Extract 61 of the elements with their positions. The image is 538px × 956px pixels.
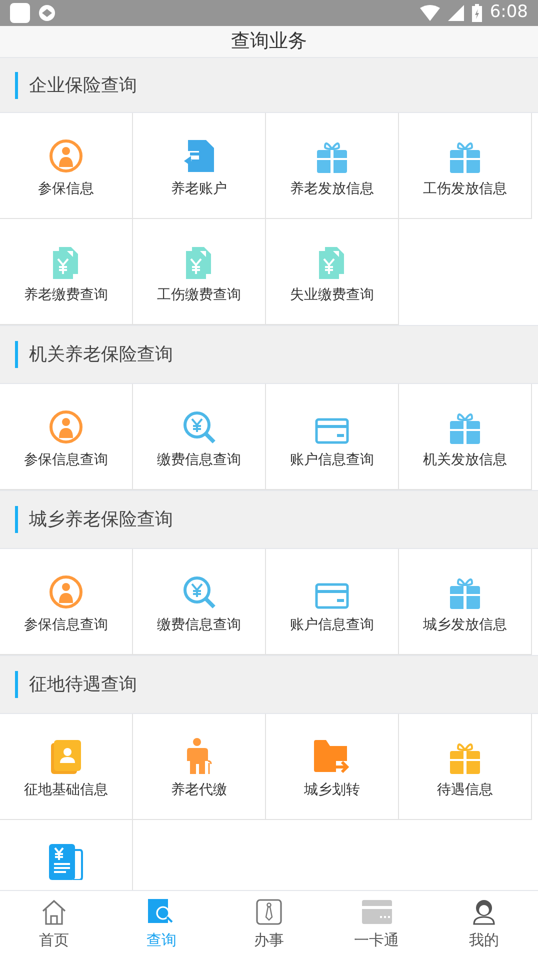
gift-icon [450, 141, 480, 173]
nav-tab[interactable]: 一卡通 [322, 891, 430, 956]
home-icon [40, 899, 67, 925]
service-tile[interactable]: 工伤缴费查询 [133, 219, 266, 325]
accent-bar [15, 671, 18, 698]
service-tile[interactable]: 城乡发放信息 [399, 549, 532, 655]
card-icon [315, 418, 349, 444]
accent-bar [15, 341, 18, 368]
battery-icon [472, 4, 482, 22]
person-icon [49, 575, 83, 609]
yen-document-icon [319, 247, 345, 279]
service-tile[interactable]: 参保信息查询 [0, 549, 133, 655]
yen-magnifier-icon [182, 410, 216, 444]
service-tile[interactable]: 养老账户 [133, 113, 266, 219]
service-tile[interactable]: 缴费信息查询 [133, 384, 266, 490]
service-tile[interactable]: 征地基础信息 [0, 714, 133, 820]
service-tile[interactable]: 缴费信息查询 [133, 549, 266, 655]
section-title: 城乡养老保险查询 [29, 508, 173, 532]
signal-icon [448, 5, 464, 21]
service-tile[interactable]: 机关发放信息 [399, 384, 532, 490]
accent-bar [15, 72, 18, 98]
app-icon [10, 3, 30, 23]
service-tile[interactable]: 工伤发放信息 [399, 113, 532, 219]
gift-icon [450, 577, 480, 609]
gift-icon [317, 141, 347, 173]
service-tile[interactable]: 城乡划转 [266, 714, 399, 820]
tie-icon [256, 899, 282, 925]
section-title: 机关养老保险查询 [29, 343, 173, 367]
card-icon [362, 900, 392, 924]
clock: 6:08 [490, 1, 528, 24]
gift-icon [450, 742, 480, 774]
service-tile[interactable]: 养老代缴 [133, 714, 266, 820]
folder-arrow-icon [314, 740, 350, 774]
search-icon [148, 899, 174, 925]
service-tile[interactable]: 参保信息 [0, 113, 133, 219]
yen-magnifier-icon [182, 575, 216, 609]
service-tile[interactable]: 失业缴费查询 [266, 219, 399, 325]
section-title: 企业保险查询 [29, 74, 137, 98]
title: 查询业务 [230, 29, 308, 54]
service-tile[interactable]: 待遇信息 [399, 714, 532, 820]
yen-document-icon [186, 247, 212, 279]
person-icon [49, 410, 83, 444]
nav-tab[interactable]: 办事 [215, 891, 323, 956]
contact-book-icon [51, 740, 81, 774]
yen-newspaper-icon [49, 844, 83, 880]
wifi-icon [420, 5, 440, 21]
service-tile[interactable]: 账户信息查询 [266, 549, 399, 655]
nav-tab[interactable]: 我的 [430, 891, 538, 956]
accent-bar [15, 506, 18, 533]
card-icon [315, 583, 349, 609]
elderly-person-icon [186, 738, 212, 774]
person-icon [49, 139, 83, 173]
nav-tab[interactable]: 首页 [0, 891, 108, 956]
service-tile[interactable]: 养老缴费查询 [0, 219, 133, 325]
service-tile[interactable]: 账户信息查询 [266, 384, 399, 490]
section-title: 征地待遇查询 [29, 673, 137, 697]
service-tile[interactable]: 养老发放信息 [266, 113, 399, 219]
gift-icon [450, 412, 480, 444]
yen-document-icon [53, 247, 79, 279]
user-icon [471, 899, 498, 925]
service-tile[interactable]: 参保信息查询 [0, 384, 133, 490]
